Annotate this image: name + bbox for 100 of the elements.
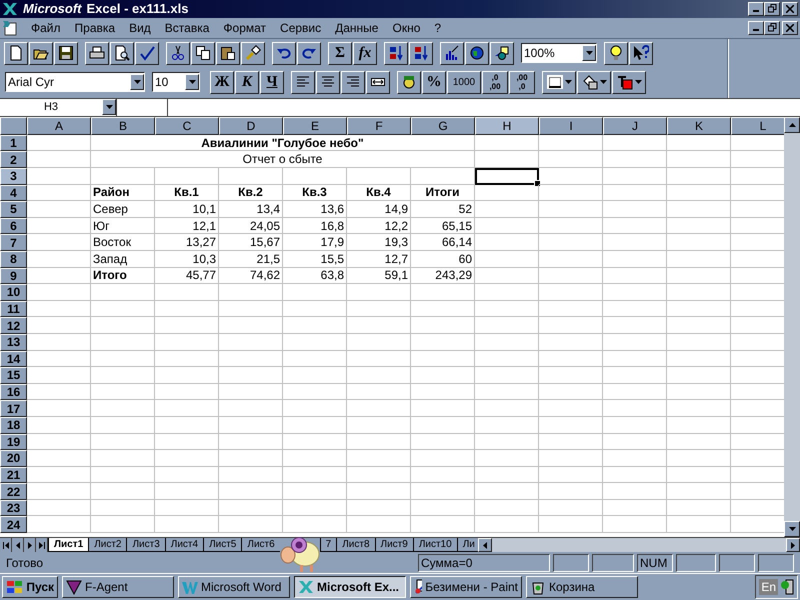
scroll-left-button[interactable] <box>478 538 492 552</box>
print-button[interactable] <box>85 42 109 65</box>
row-header[interactable]: 18 <box>0 416 27 434</box>
taskbar-button[interactable]: Безимени - Paint <box>410 576 522 598</box>
currency-button[interactable] <box>397 70 421 94</box>
format-painter-button[interactable] <box>241 42 265 65</box>
close-button[interactable] <box>782 2 798 16</box>
column-header[interactable]: J <box>603 116 667 135</box>
sheet-tab[interactable]: Лист10 <box>412 538 457 552</box>
row-header[interactable]: 8 <box>0 250 27 268</box>
restore-button[interactable] <box>764 20 780 35</box>
taskbar-button[interactable]: F-Agent <box>62 576 174 598</box>
sheet-tab[interactable]: Лист6 <box>241 538 280 552</box>
sort-descending-button[interactable] <box>409 42 433 65</box>
minimize-button[interactable] <box>748 2 764 16</box>
decrease-decimal-button[interactable]: ,00 ,0 <box>509 70 535 94</box>
function-button[interactable]: fx <box>353 42 377 65</box>
chart-wizard-button[interactable] <box>440 42 464 65</box>
bold-button[interactable]: Ж <box>210 70 234 94</box>
menu-item[interactable]: Окно <box>385 20 428 35</box>
align-center-button[interactable] <box>316 70 340 94</box>
row-header[interactable]: 7 <box>0 234 27 251</box>
select-all-button[interactable] <box>0 116 27 135</box>
row-header[interactable]: 13 <box>0 334 27 351</box>
dropdown-arrow-icon[interactable] <box>586 51 592 56</box>
row-header[interactable]: 2 <box>0 151 27 168</box>
sheet-tab[interactable]: Лист5 <box>203 538 242 552</box>
taskbar-button[interactable]: Microsoft Ex... <box>294 576 406 598</box>
first-sheet-button[interactable] <box>0 538 12 552</box>
menu-item[interactable]: Вставка <box>158 20 216 35</box>
sheet-tab[interactable]: Лист2 <box>88 538 126 552</box>
row-header[interactable]: 6 <box>0 218 27 234</box>
start-button[interactable]: Пуск <box>2 576 58 598</box>
scroll-right-button[interactable] <box>786 538 800 552</box>
percent-button[interactable]: % <box>422 70 446 94</box>
taskbar-button[interactable]: Microsoft Word <box>178 576 290 598</box>
row-header[interactable]: 5 <box>0 201 27 218</box>
column-header[interactable]: I <box>539 116 603 135</box>
sort-ascending-button[interactable] <box>384 42 408 65</box>
network-icon[interactable] <box>780 579 794 596</box>
menu-item[interactable]: ? <box>427 20 448 35</box>
borders-button[interactable] <box>542 70 576 94</box>
cut-button[interactable] <box>166 42 190 65</box>
align-right-button[interactable] <box>341 70 365 94</box>
column-header[interactable]: B <box>91 116 155 135</box>
drawing-button[interactable] <box>490 42 514 65</box>
restore-button[interactable] <box>764 2 780 16</box>
column-header[interactable]: G <box>411 116 475 135</box>
row-header[interactable]: 14 <box>0 350 27 368</box>
menu-item[interactable]: Правка <box>68 20 122 35</box>
row-header[interactable]: 23 <box>0 500 27 516</box>
map-button[interactable] <box>465 42 489 65</box>
column-header[interactable]: A <box>27 116 91 135</box>
sheet-tab[interactable]: Лист3 <box>126 538 165 552</box>
print-preview-button[interactable] <box>110 42 134 65</box>
new-document-button[interactable] <box>4 42 28 65</box>
copy-button[interactable] <box>191 42 215 65</box>
scroll-down-button[interactable] <box>784 521 800 538</box>
sheet-tab[interactable]: Лист8 <box>336 538 375 552</box>
row-header[interactable]: 10 <box>0 284 27 301</box>
zoom-field[interactable]: 100% <box>521 43 597 64</box>
taskbar-button[interactable]: Корзина <box>526 576 638 598</box>
column-header[interactable]: E <box>283 116 347 135</box>
dropdown-arrow-icon[interactable] <box>134 80 140 84</box>
row-header[interactable]: 16 <box>0 384 27 400</box>
close-button[interactable] <box>782 20 798 35</box>
sheet-tab[interactable]: Лист1 <box>48 538 88 552</box>
row-header[interactable]: 1 <box>0 134 27 152</box>
redo-button[interactable] <box>297 42 321 65</box>
column-header[interactable]: K <box>667 116 731 135</box>
row-header[interactable]: 11 <box>0 300 27 318</box>
minimize-button[interactable] <box>748 20 764 35</box>
horizontal-scrollbar[interactable] <box>478 538 800 552</box>
row-header[interactable]: 3 <box>0 168 27 185</box>
sheet-tab[interactable]: Лист4 <box>164 538 204 552</box>
sheep-assistant-drawing[interactable] <box>280 536 320 574</box>
undo-button[interactable] <box>272 42 296 65</box>
row-header[interactable]: 21 <box>0 466 27 484</box>
menu-item[interactable]: Сервис <box>273 20 328 35</box>
paste-button[interactable] <box>216 42 240 65</box>
row-header[interactable]: 20 <box>0 450 27 467</box>
help-button[interactable] <box>629 42 653 65</box>
dropdown-arrow-icon[interactable] <box>188 80 196 84</box>
workbook-icon[interactable] <box>2 20 18 36</box>
sheet-tab[interactable]: 7 <box>320 538 336 552</box>
row-header[interactable]: 24 <box>0 516 27 534</box>
menu-item[interactable]: Файл <box>24 20 68 35</box>
tip-button[interactable] <box>604 42 628 65</box>
align-left-button[interactable] <box>291 70 315 94</box>
row-header[interactable]: 17 <box>0 400 27 417</box>
vertical-scrollbar[interactable] <box>784 116 800 538</box>
language-indicator[interactable]: En <box>759 579 778 596</box>
save-button[interactable] <box>54 42 78 65</box>
row-header[interactable]: 4 <box>0 184 27 202</box>
underline-button[interactable]: Ч <box>260 70 284 94</box>
sheet-tab[interactable]: Ли <box>456 538 480 552</box>
menu-item[interactable]: Вид <box>122 20 158 35</box>
menu-item[interactable]: Формат <box>216 20 274 35</box>
font-size-field[interactable]: 10 <box>152 72 200 92</box>
row-header[interactable]: 9 <box>0 268 27 284</box>
